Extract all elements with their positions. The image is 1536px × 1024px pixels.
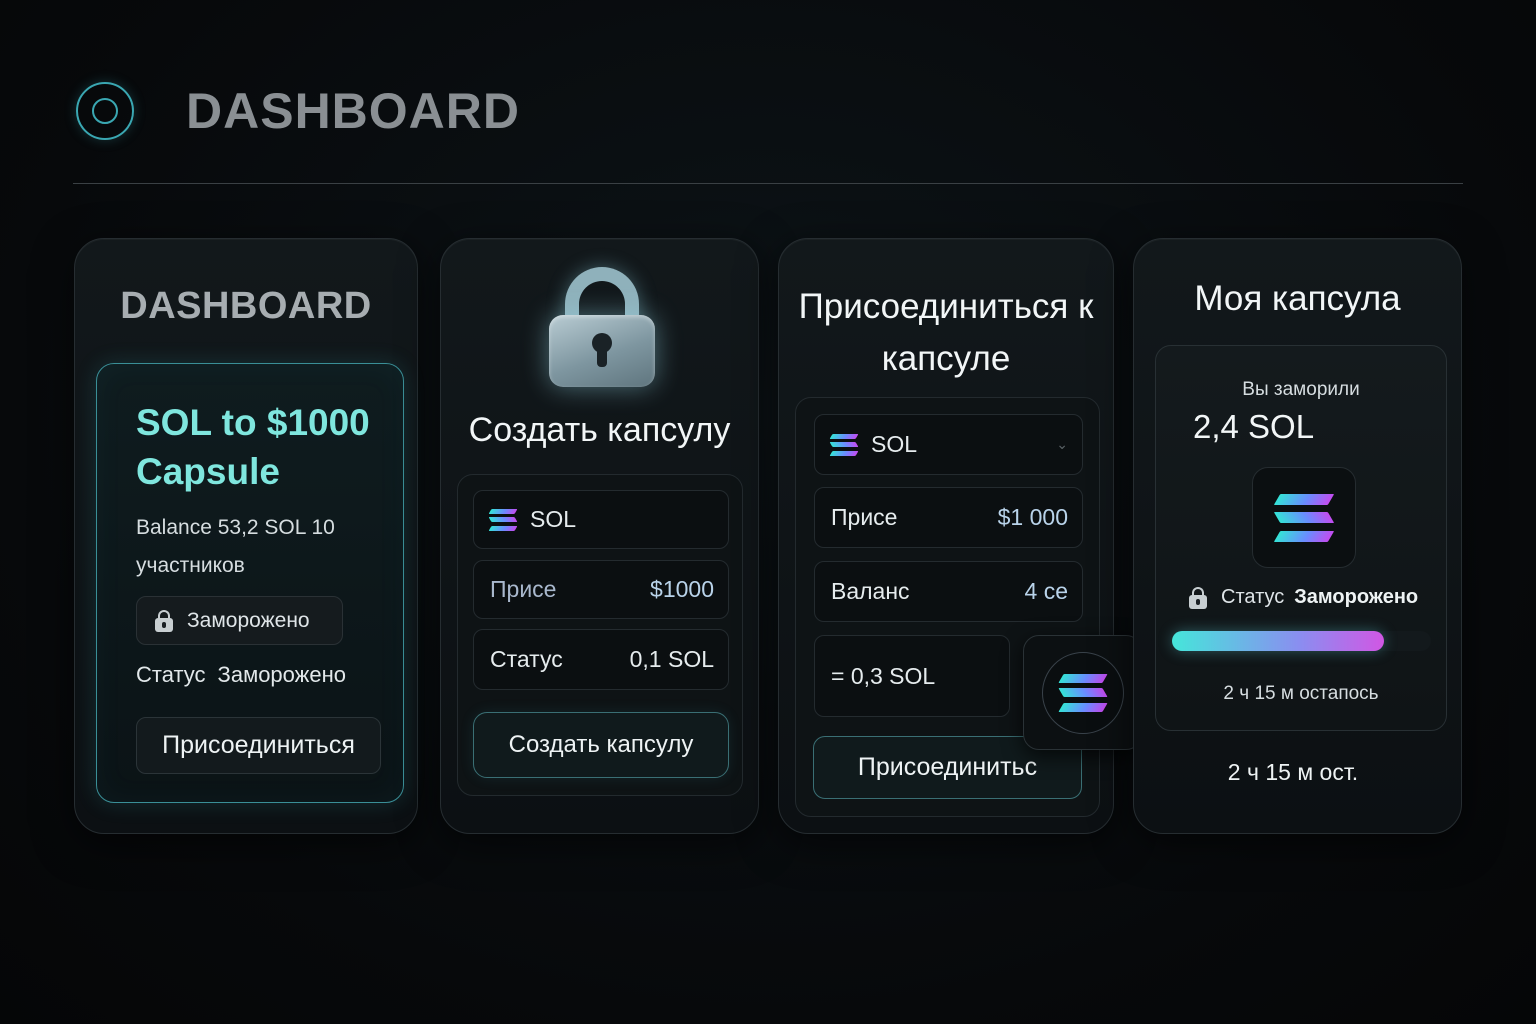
time-left-short: 2 ч 15 м ост. [1227, 759, 1359, 785]
join-button[interactable]: Присоединиться [136, 717, 381, 774]
card-title: Присоединиться к капсуле [798, 287, 1094, 378]
card-title: Моя капсула [1194, 279, 1401, 318]
token-label: SOL [871, 431, 918, 457]
frozen-label: Вы заморили [1242, 379, 1360, 400]
solana-icon [1273, 493, 1335, 542]
solana-icon [829, 433, 859, 456]
capsule-balance: Balance 53,2 SOL 10 участников [136, 516, 335, 577]
amount-value: = 0,3 SOL [831, 662, 936, 689]
create-capsule-card: Создать капсулу SOL Присе $1000 Статус 0… [440, 238, 759, 834]
header: DASHBOARD [76, 80, 520, 142]
price-value: $1000 [650, 576, 714, 602]
frozen-badge-label: Заморожено [187, 608, 310, 632]
balance-value: 4 се [1024, 578, 1068, 604]
create-capsule-button[interactable]: Создать капсулу [473, 712, 729, 778]
frozen-badge: Заморожено [136, 596, 343, 645]
target-icon[interactable] [76, 82, 134, 140]
capsule-summary[interactable]: SOL to $1000 Capsule Balance 53,2 SOL 10… [96, 363, 404, 803]
solana-icon [1057, 673, 1108, 712]
solana-icon [488, 508, 518, 531]
lock-icon [155, 609, 173, 632]
status-value: Заморожено [217, 662, 346, 687]
solana-badge [1023, 635, 1142, 750]
card-title: Создать капсулу [468, 411, 731, 449]
solana-tile [1252, 467, 1356, 568]
status-field[interactable]: Статус 0,1 SOL [473, 629, 729, 690]
status-label: Статус [490, 646, 563, 672]
lock-icon [1189, 586, 1207, 609]
page-title: DASHBOARD [186, 83, 520, 139]
my-capsule-card: Моя капсула Вы заморили 2,4 SOL Статус З… [1133, 238, 1462, 834]
lock-icon [549, 267, 655, 387]
frozen-amount: 2,4 SOL [1193, 408, 1315, 445]
progress-fill [1172, 631, 1385, 651]
amount-input[interactable]: = 0,3 SOL [814, 635, 1010, 717]
dashboard-card: DASHBOARD SOL to $1000 Capsule Balance 5… [74, 238, 418, 834]
price-field[interactable]: Присе $1000 [473, 560, 729, 619]
token-label: SOL [530, 506, 577, 532]
status-value: Заморожено [1294, 586, 1419, 608]
chevron-down-icon[interactable]: ⌄ [1056, 436, 1068, 453]
progress-bar [1172, 631, 1431, 651]
my-capsule-panel: Вы заморили 2,4 SOL Статус Заморожено 2 … [1155, 345, 1447, 731]
join-form: SOL ⌄ Присе $1 000 Валанс 4 се = 0,3 SOL… [795, 397, 1100, 817]
price-field[interactable]: Присе $1 000 [814, 487, 1083, 548]
header-divider [73, 183, 1463, 184]
token-select[interactable]: SOL ⌄ [814, 414, 1083, 475]
status-label: Статус [136, 662, 206, 687]
create-form: SOL Присе $1000 Статус 0,1 SOL Создать к… [457, 474, 743, 796]
status-value: 0,1 SOL [629, 646, 714, 672]
status-row: Статус Заморожено [1189, 586, 1418, 609]
token-select[interactable]: SOL [473, 490, 729, 549]
balance-field[interactable]: Валанс 4 се [814, 561, 1083, 622]
price-label: Присе [490, 576, 557, 602]
price-label: Присе [831, 504, 898, 530]
card-title: DASHBOARD [120, 285, 372, 327]
balance-label: Валанс [831, 578, 910, 604]
join-capsule-card: Присоединиться к капсуле SOL ⌄ Присе $1 … [778, 238, 1142, 834]
capsule-name: SOL to $1000 Capsule [136, 402, 370, 492]
price-value: $1 000 [997, 504, 1068, 530]
time-left: 2 ч 15 м остапось [1223, 683, 1379, 704]
status-line: Статус Заморожено [136, 662, 346, 688]
status-label: Статус [1221, 586, 1285, 608]
